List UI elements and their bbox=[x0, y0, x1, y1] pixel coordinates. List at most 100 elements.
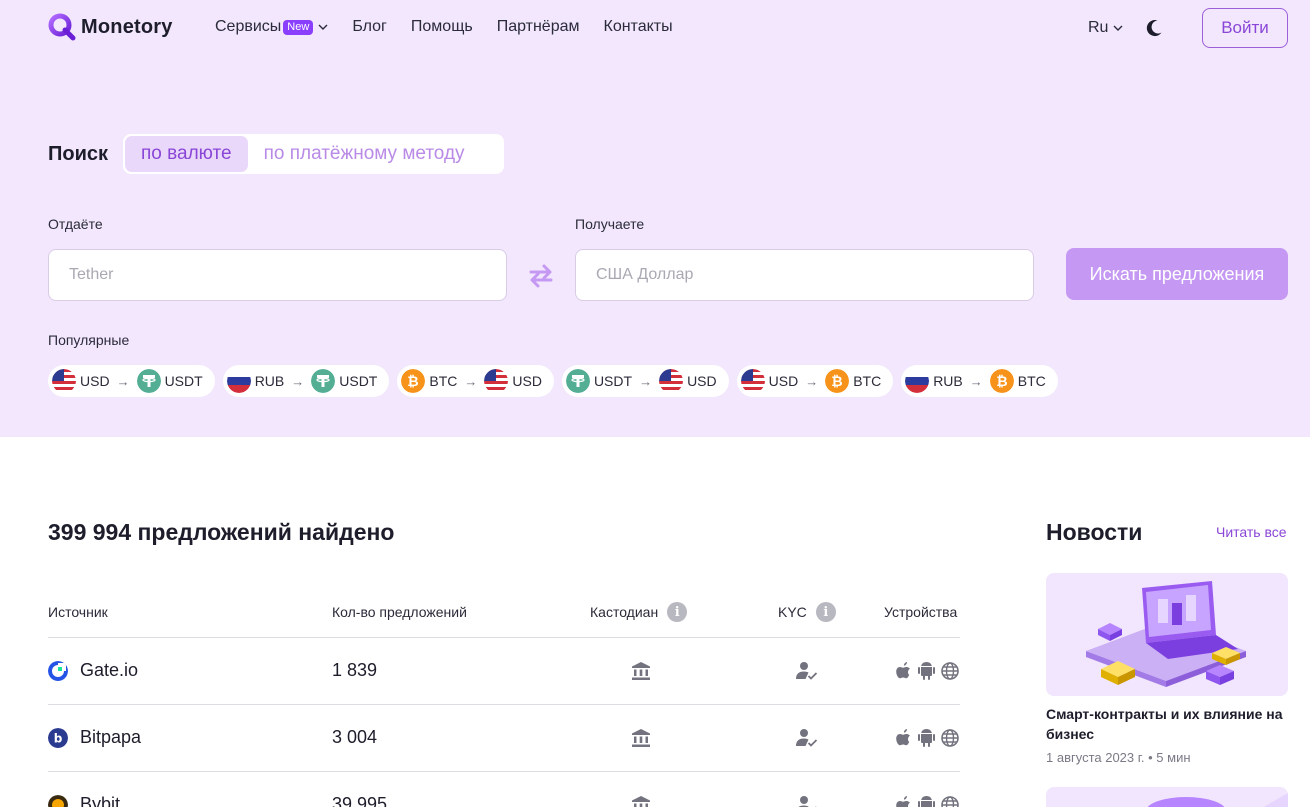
bybit-logo-icon bbox=[48, 794, 68, 807]
arrow-right-icon: → bbox=[805, 373, 819, 389]
tab-by-payment-method[interactable]: по платёжному методу bbox=[248, 136, 481, 172]
get-label: Получаете bbox=[575, 216, 645, 232]
news-card-image[interactable] bbox=[1046, 787, 1288, 807]
main-nav: Сервисы New Блог Помощь Партнёрам Контак… bbox=[215, 18, 697, 36]
us-flag-icon bbox=[659, 369, 684, 393]
brand-name: Monetory bbox=[81, 15, 173, 38]
source-name[interactable]: Gate.io bbox=[80, 660, 138, 681]
nav-item-partners[interactable]: Партнёрам bbox=[497, 18, 580, 36]
popular-pair-btc-usd[interactable]: ₿ BTC → USD bbox=[397, 365, 554, 397]
globe-icon bbox=[941, 729, 959, 747]
offer-count: 39 995 bbox=[332, 794, 388, 807]
bitcoin-icon: ₿ bbox=[825, 369, 850, 393]
pair-from: USDT bbox=[593, 373, 633, 389]
pair-from: RUB bbox=[933, 373, 963, 389]
popular-pair-usd-btc[interactable]: USD → ₿ BTC bbox=[736, 365, 894, 397]
popular-pair-rub-usdt[interactable]: RUB → USDT bbox=[222, 365, 390, 397]
user-verified-icon bbox=[798, 796, 817, 807]
source-cell: Bybit bbox=[48, 794, 120, 807]
hero-section: Monetory Сервисы New Блог Помощь Партнёр… bbox=[0, 0, 1310, 437]
language-selector[interactable]: Ru bbox=[1088, 19, 1123, 37]
pair-from: BTC bbox=[429, 373, 458, 389]
svg-text:₿: ₿ bbox=[831, 374, 842, 390]
chevron-down-icon bbox=[1113, 25, 1123, 31]
search-mode-tabs: по валюте по платёжному методу bbox=[123, 134, 504, 174]
android-icon bbox=[918, 729, 935, 747]
arrow-right-icon: → bbox=[639, 373, 653, 389]
nav-item-help[interactable]: Помощь bbox=[411, 18, 473, 36]
arrow-right-icon: → bbox=[464, 373, 478, 389]
info-icon[interactable]: i bbox=[815, 602, 836, 622]
nav-item-services[interactable]: Сервисы New bbox=[215, 18, 328, 36]
globe-icon bbox=[941, 796, 959, 807]
apple-icon bbox=[896, 796, 910, 807]
nav-item-contacts[interactable]: Контакты bbox=[604, 18, 673, 36]
nav-item-label: Сервисы bbox=[215, 18, 282, 35]
pair-to: USDT bbox=[164, 373, 203, 389]
get-currency-input[interactable] bbox=[575, 249, 1034, 301]
find-offers-button[interactable]: Искать предложения bbox=[1066, 248, 1288, 300]
ru-flag-icon bbox=[905, 369, 930, 393]
popular-pair-usdt-usd[interactable]: USDT → USD bbox=[561, 365, 729, 397]
new-badge: New bbox=[283, 19, 314, 35]
bitpapa-logo-icon: b bbox=[48, 727, 68, 748]
pair-to: USD bbox=[512, 373, 542, 389]
news-meta: 1 августа 2023 г. • 5 мин bbox=[1046, 750, 1191, 765]
user-verified-icon bbox=[796, 662, 818, 680]
pair-to: USDT bbox=[339, 373, 378, 389]
tab-by-currency[interactable]: по валюте bbox=[125, 136, 248, 172]
source-name[interactable]: Bybit bbox=[80, 794, 120, 807]
arrow-right-icon: → bbox=[116, 373, 130, 389]
popular-label: Популярные bbox=[48, 332, 130, 348]
tether-icon bbox=[136, 369, 161, 393]
news-headline[interactable]: Смарт-контракты и их влияние на бизнес bbox=[1046, 704, 1296, 744]
pair-from: RUB bbox=[254, 373, 285, 389]
login-button[interactable]: Войти bbox=[1202, 8, 1288, 48]
column-offer-count: Кол-во предложений bbox=[332, 604, 467, 620]
gateio-logo-icon bbox=[48, 660, 68, 681]
popular-pair-usd-usdt[interactable]: USD → USDT bbox=[48, 365, 215, 397]
moon-icon[interactable] bbox=[1144, 18, 1164, 38]
table-row[interactable]: Bybit 39 995 bbox=[48, 772, 960, 807]
read-all-link[interactable]: Читать все bbox=[1216, 524, 1287, 540]
news-title: Новости bbox=[1046, 519, 1143, 545]
pair-to: BTC bbox=[1017, 373, 1046, 389]
table-row[interactable]: Gate.io 1 839 bbox=[48, 638, 960, 705]
give-label: Отдаёте bbox=[48, 216, 103, 232]
table-header: Источник Кол-во предложений Кастодиан i … bbox=[48, 596, 960, 638]
offer-count: 1 839 bbox=[332, 660, 378, 680]
logo-icon bbox=[48, 13, 76, 41]
user-verified-icon bbox=[796, 729, 818, 747]
search-label: Поиск bbox=[48, 143, 109, 165]
nav-item-blog[interactable]: Блог bbox=[352, 18, 387, 36]
results-count-title: 399 994 предложений найдено bbox=[48, 519, 395, 545]
us-flag-icon bbox=[484, 369, 509, 393]
arrow-right-icon: → bbox=[291, 373, 305, 389]
bitcoin-icon: ₿ bbox=[989, 369, 1014, 393]
info-icon[interactable]: i bbox=[667, 602, 688, 622]
bank-icon bbox=[632, 796, 650, 807]
column-label: Кастодиан bbox=[590, 604, 659, 620]
column-label: KYC bbox=[778, 604, 807, 620]
us-flag-icon bbox=[740, 369, 765, 393]
popular-pairs: USD → USDT RUB → USDT ₿ BTC → USD USDT → bbox=[48, 365, 1066, 397]
pair-to: USD bbox=[687, 373, 717, 389]
source-cell: b Bitpapa bbox=[48, 727, 141, 748]
pair-from: USD bbox=[80, 373, 110, 389]
source-name[interactable]: Bitpapa bbox=[80, 727, 141, 748]
news-illustration bbox=[1086, 581, 1246, 687]
android-icon bbox=[918, 796, 935, 807]
give-currency-input[interactable] bbox=[48, 249, 507, 301]
pair-to: BTC bbox=[853, 373, 882, 389]
language-label: Ru bbox=[1088, 19, 1109, 36]
table-row[interactable]: b Bitpapa 3 004 bbox=[48, 705, 960, 772]
column-custodian: Кастодиан i bbox=[590, 602, 688, 622]
popular-pair-rub-btc[interactable]: RUB → ₿ BTC bbox=[901, 365, 1058, 397]
tether-icon bbox=[311, 369, 336, 393]
apple-icon bbox=[896, 729, 910, 746]
brand-logo[interactable]: Monetory bbox=[48, 13, 173, 41]
svg-text:₿: ₿ bbox=[996, 374, 1007, 390]
swap-icon[interactable] bbox=[528, 262, 554, 290]
news-card-image[interactable] bbox=[1046, 573, 1288, 696]
arrow-right-icon: → bbox=[969, 373, 983, 389]
